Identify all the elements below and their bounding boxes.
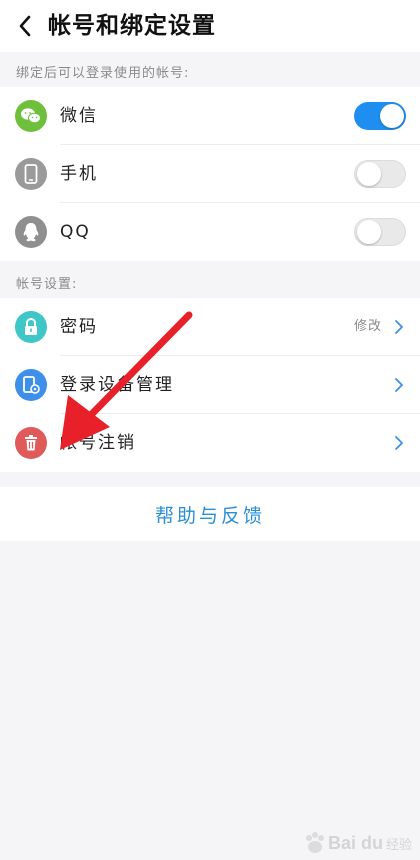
toggle-knob (357, 162, 381, 186)
lock-icon (15, 311, 47, 343)
toggle-knob (380, 104, 404, 128)
baidu-watermark: Bai du 经验 (302, 830, 412, 856)
password-label: 密码 (60, 317, 98, 337)
qq-row[interactable]: QQ (0, 203, 420, 261)
bound-section-label: 绑定后可以登录使用的帐号: (16, 66, 190, 81)
phone-label: 手机 (60, 164, 98, 184)
wechat-icon (15, 100, 47, 132)
trash-icon (15, 427, 47, 459)
qq-label: QQ (60, 222, 91, 242)
help-feedback-link[interactable]: 帮助与反馈 (0, 487, 420, 541)
chevron-right-icon (395, 320, 403, 334)
wechat-label: 微信 (60, 106, 98, 126)
back-button[interactable] (8, 7, 42, 45)
password-modify-text: 修改 (353, 319, 382, 334)
phone-toggle[interactable] (354, 160, 406, 188)
password-row[interactable]: 密码 修改 (0, 298, 420, 356)
help-feedback-label: 帮助与反馈 (154, 504, 265, 527)
bound-accounts-group: 微信 手机 QQ (0, 87, 420, 261)
device-settings-icon (15, 369, 47, 401)
page-title: 帐号和绑定设置 (48, 13, 216, 39)
device-management-row[interactable]: 登录设备管理 (0, 356, 420, 414)
account-settings-group: 密码 修改 登录设备管理 帐号注销 (0, 298, 420, 472)
qq-icon (15, 216, 47, 248)
watermark-brand: Bai du (327, 832, 383, 853)
account-section-label: 帐号设置: (16, 277, 78, 292)
header-bar: 帐号和绑定设置 (0, 0, 420, 52)
device-management-label: 登录设备管理 (60, 375, 174, 395)
account-cancellation-label: 帐号注销 (60, 433, 136, 453)
qq-toggle[interactable] (354, 218, 406, 246)
phone-row[interactable]: 手机 (0, 145, 420, 203)
account-cancellation-row[interactable]: 帐号注销 (0, 414, 420, 472)
chevron-right-icon (395, 378, 403, 392)
chevron-right-icon (395, 436, 403, 450)
phone-icon (15, 158, 47, 190)
back-arrow-icon (19, 15, 31, 37)
paw-icon (305, 832, 324, 853)
toggle-knob (357, 220, 381, 244)
wechat-toggle[interactable] (354, 102, 406, 130)
watermark-sub: 经验 (385, 837, 412, 853)
wechat-row[interactable]: 微信 (0, 87, 420, 145)
